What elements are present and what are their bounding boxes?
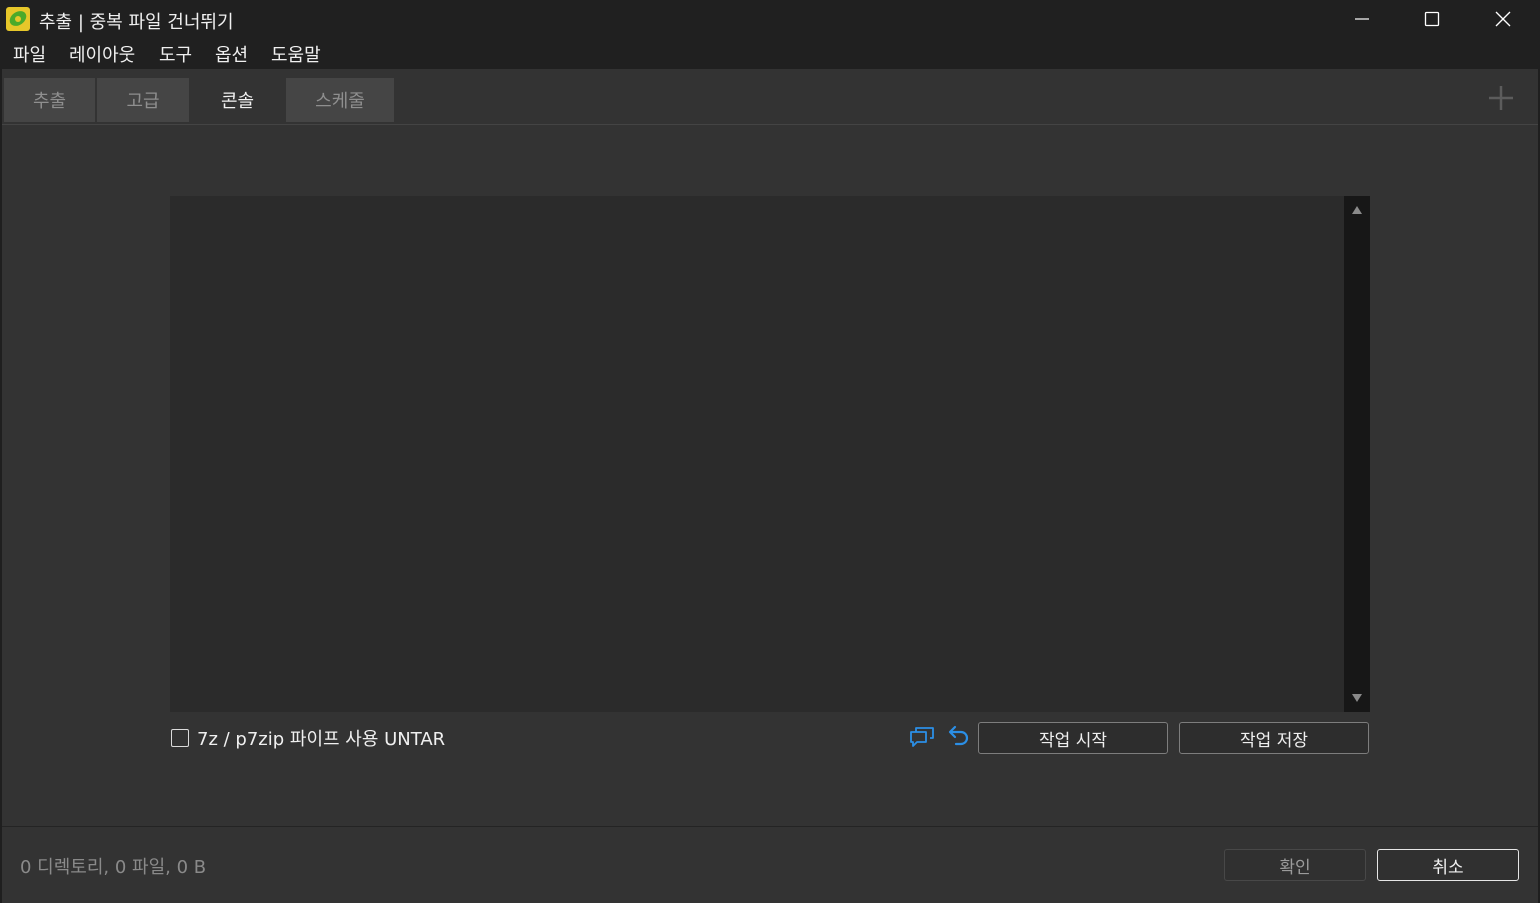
close-icon bbox=[1495, 11, 1511, 27]
footer-bar: 0 디렉토리, 0 파일, 0 B 확인 취소 bbox=[2, 826, 1538, 903]
tab-strip: 추출 고급 콘솔 스케줄 bbox=[2, 69, 1538, 125]
pipe-checkbox[interactable] bbox=[171, 729, 189, 747]
start-job-button[interactable]: 작업 시작 bbox=[978, 722, 1168, 754]
tab-divider bbox=[2, 124, 1538, 125]
undo-icon[interactable] bbox=[943, 723, 971, 751]
menu-layout[interactable]: 레이아웃 bbox=[69, 41, 135, 67]
tab-console[interactable]: 콘솔 bbox=[191, 78, 284, 122]
title-bar: 추출 | 중복 파일 건너뛰기 bbox=[0, 0, 1540, 38]
console-output[interactable] bbox=[170, 196, 1370, 712]
menu-help[interactable]: 도움말 bbox=[271, 41, 321, 67]
app-leaf-icon bbox=[6, 7, 30, 31]
plus-icon[interactable] bbox=[1486, 83, 1516, 113]
pipe-option[interactable]: 7z / p7zip 파이프 사용 UNTAR bbox=[170, 725, 445, 751]
ok-button[interactable]: 확인 bbox=[1224, 849, 1366, 881]
cancel-button[interactable]: 취소 bbox=[1377, 849, 1519, 881]
maximize-button[interactable] bbox=[1397, 0, 1467, 38]
save-job-button[interactable]: 작업 저장 bbox=[1179, 722, 1369, 754]
minimize-icon bbox=[1355, 18, 1369, 20]
menu-file[interactable]: 파일 bbox=[13, 41, 46, 67]
status-text: 0 디렉토리, 0 파일, 0 B bbox=[20, 857, 207, 878]
tab-extract[interactable]: 추출 bbox=[4, 78, 95, 122]
close-button[interactable] bbox=[1468, 0, 1538, 38]
speech-bubbles-icon[interactable] bbox=[908, 723, 936, 751]
tab-schedule[interactable]: 스케줄 bbox=[286, 78, 394, 122]
minimize-button[interactable] bbox=[1327, 0, 1397, 38]
tab-advanced[interactable]: 고급 bbox=[97, 78, 189, 122]
pipe-checkbox-label: 7z / p7zip 파이프 사용 UNTAR bbox=[197, 729, 446, 750]
window-title: 추출 | 중복 파일 건너뛰기 bbox=[39, 12, 234, 33]
arrow-up-icon[interactable] bbox=[1351, 205, 1363, 215]
menu-options[interactable]: 옵션 bbox=[215, 41, 248, 67]
arrow-down-icon[interactable] bbox=[1351, 693, 1363, 703]
main-panel: 추출 고급 콘솔 스케줄 7z / p7zip 파이프 사용 UNTAR 작업 … bbox=[2, 69, 1538, 903]
menu-tools[interactable]: 도구 bbox=[159, 41, 192, 67]
menu-bar: 파일 레이아웃 도구 옵션 도움말 bbox=[0, 38, 1540, 69]
maximize-icon bbox=[1424, 11, 1440, 27]
console-scrollbar[interactable] bbox=[1344, 196, 1370, 712]
